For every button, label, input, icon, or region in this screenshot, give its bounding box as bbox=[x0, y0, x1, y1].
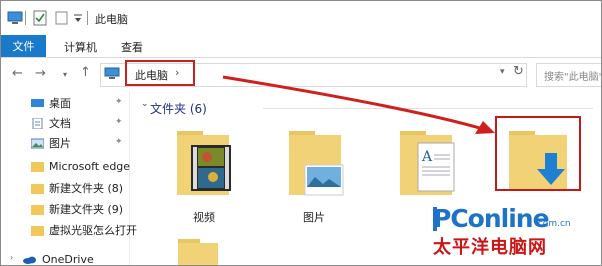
explorer-window: 此电脑 文件 计算机 查看 ← → ▾ ↑ 此电脑 › ▾ ↻ 搜索"此电脑" … bbox=[0, 0, 602, 266]
watermark-domain: .com.cn bbox=[535, 219, 571, 229]
watermark-cn-name: 太平洋电脑网 bbox=[433, 237, 547, 258]
watermark-brand: PConline bbox=[433, 204, 550, 233]
